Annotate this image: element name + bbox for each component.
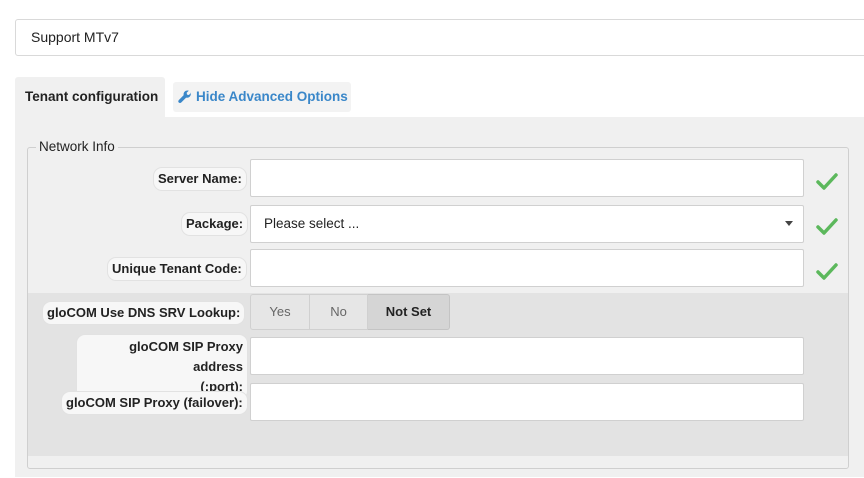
tab-bar: Tenant configuration Hide Advanced Optio…	[15, 77, 864, 117]
checkmark-icon	[816, 263, 838, 280]
package-label: Package:	[181, 212, 249, 236]
dns-srv-no-button[interactable]: No	[310, 294, 368, 330]
server-name-input[interactable]	[250, 159, 804, 197]
hide-advanced-options-label: Hide Advanced Options	[196, 89, 348, 104]
breadcrumb: Support MTv7	[15, 19, 864, 56]
dns-srv-yes-button[interactable]: Yes	[250, 294, 310, 330]
server-name-label: Server Name:	[153, 167, 247, 191]
dns-srv-lookup-toggle: Yes No Not Set	[250, 294, 450, 330]
dns-srv-not-set-button[interactable]: Not Set	[368, 294, 450, 330]
network-info-fieldset: Network Info Server Name: Package: Pleas…	[27, 139, 849, 469]
tab-tenant-configuration[interactable]: Tenant configuration	[15, 77, 165, 117]
unique-tenant-code-label: Unique Tenant Code:	[107, 257, 247, 281]
hide-advanced-options-button[interactable]: Hide Advanced Options	[173, 82, 351, 112]
sip-proxy-address-input[interactable]	[250, 337, 804, 375]
unique-tenant-code-input[interactable]	[250, 249, 804, 287]
caret-down-icon	[785, 221, 793, 226]
checkmark-icon	[816, 173, 838, 190]
sip-proxy-failover-input[interactable]	[250, 383, 804, 421]
package-select[interactable]: Please select ...	[250, 205, 804, 243]
checkmark-icon	[816, 218, 838, 235]
package-selected-value: Please select ...	[264, 216, 360, 231]
sip-proxy-failover-label: gloCOM SIP Proxy (failover):	[61, 391, 248, 415]
wrench-icon	[178, 90, 191, 104]
tab-panel: Network Info Server Name: Package: Pleas…	[15, 117, 864, 477]
dns-srv-lookup-label: gloCOM Use DNS SRV Lookup:	[42, 301, 246, 325]
fieldset-legend: Network Info	[36, 139, 118, 154]
sip-proxy-label-line1: gloCOM SIP Proxy address	[129, 339, 243, 374]
